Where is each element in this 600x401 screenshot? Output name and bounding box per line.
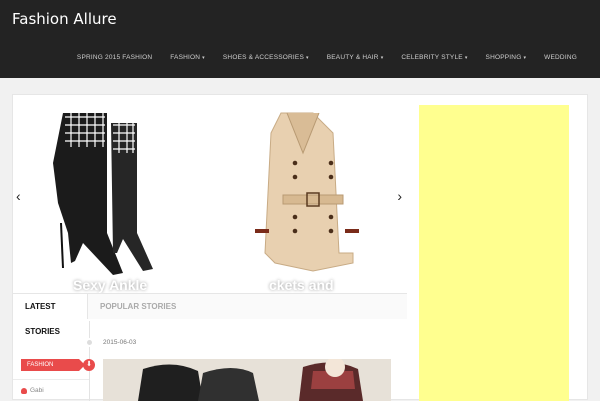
divider	[13, 379, 89, 380]
chevron-right-icon: ›	[397, 188, 402, 204]
nav-label: WEDDING	[544, 54, 577, 61]
timeline-dot	[85, 338, 94, 347]
nav-item-fashion[interactable]: FASHION ▾	[161, 54, 214, 61]
caret-down-icon: ▾	[380, 54, 384, 61]
stories-tabs: LATEST STORIES POPULAR STORIES	[13, 293, 407, 336]
nav-item-celebrity-style[interactable]: CELEBRITY STYLE ▾	[392, 54, 476, 61]
story-date: 2015-06-03	[103, 339, 137, 346]
caret-down-icon: ▾	[464, 54, 468, 61]
pin-icon: ⬇	[83, 359, 95, 371]
nav-item-wedding[interactable]: WEDDING	[535, 54, 586, 61]
slide-caption-right[interactable]: ckets and	[269, 277, 334, 293]
nav-label: CELEBRITY STYLE	[401, 54, 463, 61]
author-name: Gabi	[30, 387, 44, 394]
caret-down-icon: ▾	[202, 54, 205, 61]
site-header: Fashion Allure SPRING 2015 FASHION FASHI…	[0, 0, 600, 78]
main-content: ‹ › Sexy Ankle ckets and LATEST STORIES …	[12, 94, 588, 401]
nav-label: SHOPPING	[485, 54, 522, 61]
main-nav: SPRING 2015 FASHION FASHION ▾ SHOES & ACC…	[68, 54, 586, 61]
story-author[interactable]: Gabi	[21, 387, 44, 394]
caret-down-icon: ▾	[523, 54, 527, 61]
nav-label: BEAUTY & HAIR	[326, 54, 379, 61]
nav-label: SPRING 2015 FASHION	[76, 54, 153, 61]
caret-down-icon: ▾	[306, 54, 309, 61]
trench-coat-image	[255, 112, 359, 272]
slider-prev-button[interactable]: ‹	[16, 189, 21, 203]
ankle-boots-image	[53, 113, 153, 275]
chevron-left-icon: ‹	[16, 188, 21, 204]
featured-slider[interactable]: ‹ › Sexy Ankle ckets and	[13, 103, 407, 293]
tab-latest-stories[interactable]: LATEST STORIES	[13, 294, 88, 336]
nav-item-spring-2015[interactable]: SPRING 2015 FASHION	[68, 54, 161, 61]
site-logo[interactable]: Fashion Allure	[12, 10, 117, 28]
user-icon	[21, 387, 27, 394]
nav-item-beauty-hair[interactable]: BEAUTY & HAIR ▾	[318, 54, 393, 61]
nav-item-shoes-accessories[interactable]: SHOES & ACCESSORIES ▾	[214, 54, 318, 61]
nav-label: SHOES & ACCESSORIES	[222, 54, 304, 61]
nav-label: FASHION	[170, 54, 201, 61]
slider-next-button[interactable]: ›	[397, 189, 402, 203]
sidebar-advertisement[interactable]	[419, 105, 569, 401]
thumbnail-image	[103, 359, 391, 401]
story-thumbnail[interactable]	[103, 359, 391, 401]
slider-images	[53, 112, 359, 275]
slide-caption-left[interactable]: Sexy Ankle	[73, 277, 147, 293]
category-badge[interactable]: FASHION	[21, 359, 85, 371]
tab-popular-stories[interactable]: POPULAR STORIES	[88, 294, 407, 319]
nav-item-shopping[interactable]: SHOPPING ▾	[477, 54, 536, 61]
